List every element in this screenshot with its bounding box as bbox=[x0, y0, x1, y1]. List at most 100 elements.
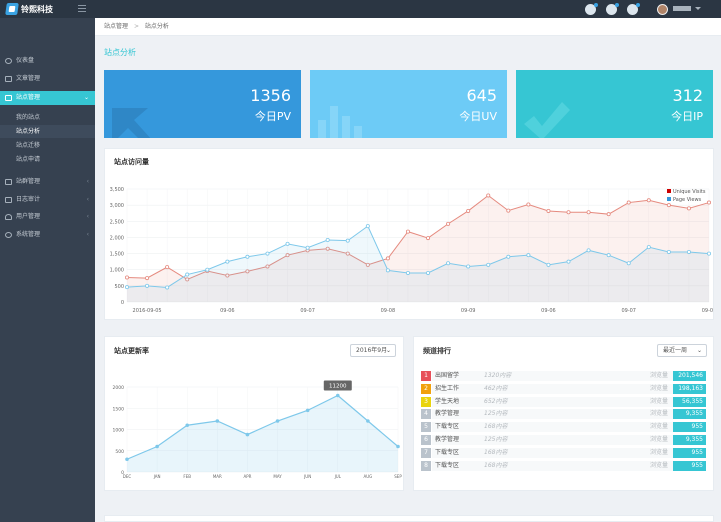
data-point bbox=[385, 256, 390, 261]
breadcrumb-separator: > bbox=[133, 23, 139, 30]
sidebar-item-site-groups[interactable]: 站群管理 ‹ bbox=[0, 175, 95, 189]
notification-icon[interactable] bbox=[585, 3, 598, 15]
rank-index: 6 bbox=[421, 435, 431, 445]
user-menu-chevron-icon[interactable] bbox=[695, 7, 701, 10]
username[interactable] bbox=[673, 6, 691, 11]
x-tick-label: 09-08 bbox=[381, 308, 396, 314]
pv-label: 浏览量 bbox=[650, 436, 669, 443]
data-point bbox=[124, 275, 129, 280]
data-point bbox=[225, 259, 230, 264]
ranking-row[interactable]: 8 下载专区 168内容 浏览量 955 bbox=[421, 460, 709, 472]
channel-name: 教学管理 bbox=[435, 436, 460, 443]
ranking-row[interactable]: 7 下载专区 168内容 浏览量 955 bbox=[421, 447, 709, 459]
data-point bbox=[185, 423, 190, 428]
chevron-left-icon: ‹ bbox=[86, 196, 89, 203]
sidebar-sub-site-analysis[interactable]: 站点分析 bbox=[0, 125, 95, 138]
message-icon[interactable] bbox=[606, 3, 619, 15]
data-point bbox=[546, 208, 551, 213]
y-tick-label: 500 bbox=[114, 284, 124, 290]
data-point bbox=[124, 285, 129, 290]
sidebar-sub-site-migration[interactable]: 站点迁移 bbox=[0, 139, 95, 152]
data-point bbox=[566, 210, 571, 215]
sidebar-item-articles[interactable]: 文章管理 bbox=[0, 72, 95, 86]
legend-swatch bbox=[667, 189, 671, 193]
data-point bbox=[466, 264, 471, 269]
stat-card-ip[interactable]: 312 今日IP bbox=[516, 70, 713, 138]
data-point bbox=[335, 393, 340, 398]
logo-icon bbox=[5, 3, 19, 15]
data-point bbox=[707, 200, 712, 205]
data-point bbox=[707, 251, 712, 256]
stat-label: 今日IP bbox=[671, 110, 703, 123]
y-tick-label: 1,500 bbox=[110, 252, 124, 258]
stat-card-uv[interactable]: 645 今日UV bbox=[310, 70, 507, 138]
x-tick-label: JUL bbox=[334, 474, 342, 479]
breadcrumb-item[interactable]: 站点管理 bbox=[104, 23, 128, 30]
pv-value: 9,355 bbox=[673, 435, 706, 445]
data-point bbox=[305, 245, 310, 250]
avatar[interactable] bbox=[657, 4, 668, 15]
stat-label: 今日PV bbox=[254, 110, 291, 123]
chevron-down-icon: ⌄ bbox=[83, 94, 89, 101]
ranking-row[interactable]: 1 出国留学 1320内容 浏览量 201,546 bbox=[421, 370, 709, 382]
data-point bbox=[426, 236, 431, 241]
data-point bbox=[215, 419, 220, 423]
data-point bbox=[426, 270, 431, 275]
y-tick-label: 2,500 bbox=[110, 219, 124, 225]
menu-toggle-icon[interactable] bbox=[78, 5, 86, 12]
x-tick-label: MAY bbox=[273, 474, 282, 479]
period-select[interactable]: 最近一周 ⌄ bbox=[657, 344, 707, 357]
rank-index: 3 bbox=[421, 396, 431, 407]
ranking-row[interactable]: 3 学生天地 652内容 浏览量 56,355 bbox=[421, 396, 709, 408]
sidebar-item-system[interactable]: 系统管理 ‹ bbox=[0, 228, 95, 242]
user-icon bbox=[5, 214, 12, 220]
month-select[interactable]: 2016年9月 ⌄ bbox=[350, 344, 396, 357]
sidebar-item-audit-log[interactable]: 日志审计 ‹ bbox=[0, 193, 95, 207]
pv-value: 56,355 bbox=[673, 396, 706, 407]
x-tick-label: AUG bbox=[364, 474, 373, 479]
rank-index: 8 bbox=[421, 460, 431, 471]
data-point bbox=[305, 408, 310, 413]
data-point bbox=[165, 265, 170, 270]
pv-value: 955 bbox=[673, 422, 706, 433]
sidebar-item-sites[interactable]: 站点管理 ⌄ bbox=[0, 91, 95, 105]
ranking-row[interactable]: 2 招生工作 462内容 浏览量 198,163 bbox=[421, 383, 709, 395]
data-point bbox=[486, 262, 491, 267]
content-count: 168内容 bbox=[484, 448, 508, 456]
data-point bbox=[365, 224, 370, 229]
pv-label: 浏览量 bbox=[650, 461, 669, 469]
legend-label: Unique Visits bbox=[673, 189, 706, 195]
data-point bbox=[446, 261, 451, 266]
folder-icon bbox=[5, 95, 12, 101]
document-icon bbox=[5, 76, 12, 82]
stat-card-pv[interactable]: 1356 今日PV bbox=[104, 70, 301, 138]
data-point bbox=[125, 457, 129, 462]
sidebar-sub-site-application[interactable]: 站点申请 bbox=[0, 153, 95, 166]
rank-index: 5 bbox=[421, 422, 431, 433]
x-tick-label: 2016-09-05 bbox=[133, 308, 162, 314]
sitemap-icon bbox=[5, 179, 12, 185]
y-tick-label: 2000 bbox=[113, 385, 125, 391]
checkmark-icon bbox=[524, 102, 570, 138]
sidebar-sub-my-sites[interactable]: 我的站点 bbox=[0, 111, 95, 124]
ranking-row[interactable]: 6 教学管理 125内容 浏览量 9,355 bbox=[421, 434, 709, 446]
pv-value: 955 bbox=[673, 447, 706, 458]
sidebar-item-users[interactable]: 用户管理 ‹ bbox=[0, 210, 95, 224]
x-tick-label: MAR bbox=[213, 474, 222, 479]
data-point bbox=[385, 268, 390, 273]
ranking-row[interactable]: 4 教学管理 125内容 浏览量 9,355 bbox=[421, 408, 709, 420]
data-point bbox=[686, 249, 691, 254]
ranking-row[interactable]: 5 下载专区 168内容 浏览量 955 bbox=[421, 421, 709, 433]
data-point bbox=[396, 444, 400, 449]
stat-label: 今日UV bbox=[459, 110, 497, 123]
data-point bbox=[586, 210, 591, 215]
y-tick-label: 500 bbox=[115, 449, 124, 455]
update-chart: 0500100015002000DEC JAN FEB MAR APR MAY JUN JUL… bbox=[113, 380, 402, 479]
data-point bbox=[466, 208, 471, 213]
channel-name: 招生工作 bbox=[435, 384, 460, 392]
data-point bbox=[155, 444, 159, 449]
sidebar-item-dashboard[interactable]: 仪表盘 bbox=[0, 54, 95, 68]
channel-name: 教学管理 bbox=[435, 410, 460, 418]
top-bar: 铃熙科技 bbox=[0, 0, 721, 18]
task-icon[interactable] bbox=[627, 3, 640, 15]
